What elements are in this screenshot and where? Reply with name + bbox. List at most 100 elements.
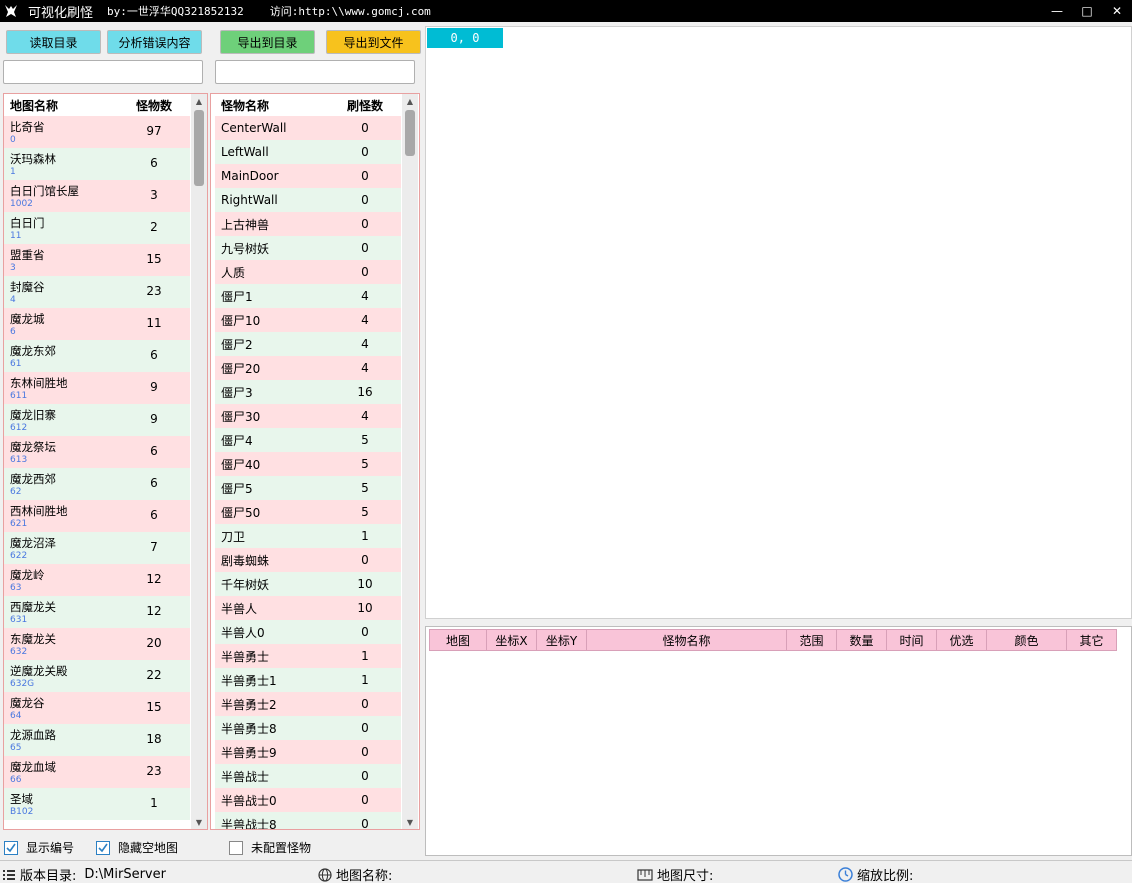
map-list-item[interactable]: 东林间胜地 611 9 [4,372,190,404]
column-header[interactable]: 怪物名称 [587,629,787,651]
map-id: 631 [10,615,28,625]
monster-list-item[interactable]: LeftWall 0 [215,140,401,164]
map-monster-count: 18 [146,732,162,746]
spawn-count-column-header: 刷怪数 [346,98,383,113]
column-header[interactable]: 其它 [1067,629,1117,651]
scrollbar-thumb[interactable] [194,110,204,186]
monster-list-item[interactable]: 僵尸20 4 [215,356,401,380]
map-list-item[interactable]: 沃玛森林 1 6 [4,148,190,180]
monster-list-item[interactable]: 千年树妖 10 [215,572,401,596]
map-list-item[interactable]: 比奇省 0 97 [4,116,190,148]
monster-list-header: 怪物名称 刷怪数 [211,94,419,116]
monster-list-item[interactable]: 半兽战士 0 [215,764,401,788]
map-list-item[interactable]: 白日门馆长屋 1002 3 [4,180,190,212]
map-list-item[interactable]: 魔龙城 6 11 [4,308,190,340]
monster-list-item[interactable]: 半兽战士8 0 [215,812,401,829]
monster-list-item[interactable]: RightWall 0 [215,188,401,212]
map-list-item[interactable]: 魔龙沼泽 622 7 [4,532,190,564]
column-header[interactable]: 范围 [787,629,837,651]
export-to-directory-button[interactable]: 导出到目录 [220,30,315,54]
column-header[interactable]: 地图 [429,629,487,651]
monster-list-item[interactable]: 僵尸3 16 [215,380,401,404]
map-list-item[interactable]: 魔龙西郊 62 6 [4,468,190,500]
monster-name: 上古神兽 [221,217,270,232]
map-list-item[interactable]: 魔龙东郊 61 6 [4,340,190,372]
map-name: 比奇省 [10,120,45,134]
export-to-file-button[interactable]: 导出到文件 [326,30,421,54]
close-button[interactable]: ✕ [1102,0,1132,22]
monster-name: 半兽勇士1 [221,673,277,688]
monster-list-item[interactable]: 半兽勇士9 0 [215,740,401,764]
monster-list-item[interactable]: 九号树妖 0 [215,236,401,260]
unconfigured-monsters-checkbox[interactable]: 未配置怪物 [229,839,311,856]
spawn-table[interactable]: 地图 坐标X 坐标Y 怪物名称 范围 数量 时间 优选 颜色 其它 [425,626,1132,856]
monster-list-item[interactable]: 僵尸30 4 [215,404,401,428]
map-list-item[interactable]: 魔龙岭 63 12 [4,564,190,596]
monster-list-item[interactable]: 僵尸4 5 [215,428,401,452]
map-list-item[interactable]: 西林间胜地 621 6 [4,500,190,532]
map-monster-count: 7 [150,540,158,554]
map-name: 逆魔龙关殿 [10,664,68,678]
monster-list-scrollbar[interactable]: ▲ ▼ [402,94,418,829]
hide-empty-maps-checkbox[interactable]: 隐藏空地图 [96,839,178,856]
monster-list-item[interactable]: 僵尸2 4 [215,332,401,356]
monster-list-item[interactable]: 僵尸5 5 [215,476,401,500]
map-list-item[interactable]: 白日门 11 2 [4,212,190,244]
map-name: 魔龙西郊 [10,472,56,486]
monster-list-item[interactable]: 僵尸1 4 [215,284,401,308]
monster-search-input[interactable] [215,60,415,84]
monster-list-item[interactable]: 半兽勇士2 0 [215,692,401,716]
map-list-item[interactable]: 东魔龙关 632 20 [4,628,190,660]
map-list-item[interactable]: 圣域 B102 1 [4,788,190,820]
map-list-item[interactable]: 封魔谷 4 23 [4,276,190,308]
monster-list-item[interactable]: 半兽战士0 0 [215,788,401,812]
scroll-down-arrow-icon[interactable]: ▼ [191,815,207,829]
monster-list-item[interactable]: CenterWall 0 [215,116,401,140]
monster-list-item[interactable]: 半兽勇士 1 [215,644,401,668]
column-header[interactable]: 颜色 [987,629,1067,651]
minimize-button[interactable]: — [1042,0,1072,22]
monster-list-item[interactable]: 半兽人 10 [215,596,401,620]
map-list-item[interactable]: 魔龙旧寨 612 9 [4,404,190,436]
monster-list-item[interactable]: 僵尸10 4 [215,308,401,332]
map-list-item[interactable]: 西魔龙关 631 12 [4,596,190,628]
monster-list-item[interactable]: 剧毒蜘蛛 0 [215,548,401,572]
map-list-item[interactable]: 逆魔龙关殿 632G 22 [4,660,190,692]
map-list-item[interactable]: 魔龙谷 64 15 [4,692,190,724]
map-list-item[interactable]: 魔龙血域 66 23 [4,756,190,788]
column-header[interactable]: 数量 [837,629,887,651]
monster-list-item[interactable]: 僵尸50 5 [215,500,401,524]
monster-list-item[interactable]: MainDoor 0 [215,164,401,188]
map-search-input[interactable] [3,60,203,84]
monster-list-item[interactable]: 人质 0 [215,260,401,284]
column-header[interactable]: 优选 [937,629,987,651]
scroll-up-arrow-icon[interactable]: ▲ [191,94,207,108]
checkbox-checked-icon[interactable] [4,840,18,855]
scroll-down-arrow-icon[interactable]: ▼ [402,815,418,829]
map-list-item[interactable]: 魔龙祭坛 613 6 [4,436,190,468]
map-size-status: 地图尺寸: [637,865,713,883]
map-list-scrollbar[interactable]: ▲ ▼ [191,94,207,829]
monster-list-item[interactable]: 半兽人0 0 [215,620,401,644]
map-id: 632G [10,679,35,689]
map-list-item[interactable]: 龙源血路 65 18 [4,724,190,756]
monster-list-item[interactable]: 上古神兽 0 [215,212,401,236]
show-id-checkbox[interactable]: 显示编号 [4,839,74,856]
read-directory-button[interactable]: 读取目录 [6,30,101,54]
column-header[interactable]: 坐标X [487,629,537,651]
monster-list-item[interactable]: 半兽勇士8 0 [215,716,401,740]
scroll-up-arrow-icon[interactable]: ▲ [402,94,418,108]
scrollbar-thumb[interactable] [405,110,415,156]
checkbox-checked-icon[interactable] [96,840,110,855]
monster-list-item[interactable]: 半兽勇士1 1 [215,668,401,692]
column-header[interactable]: 坐标Y [537,629,587,651]
map-canvas[interactable]: 0, 0 [425,26,1132,619]
analyze-errors-button[interactable]: 分析错误内容 [107,30,202,54]
map-monster-count: 3 [150,188,158,202]
maximize-button[interactable]: □ [1072,0,1102,22]
monster-list-item[interactable]: 刀卫 1 [215,524,401,548]
column-header[interactable]: 时间 [887,629,937,651]
monster-list-item[interactable]: 僵尸40 5 [215,452,401,476]
checkbox-unchecked-icon[interactable] [229,840,243,855]
map-list-item[interactable]: 盟重省 3 15 [4,244,190,276]
